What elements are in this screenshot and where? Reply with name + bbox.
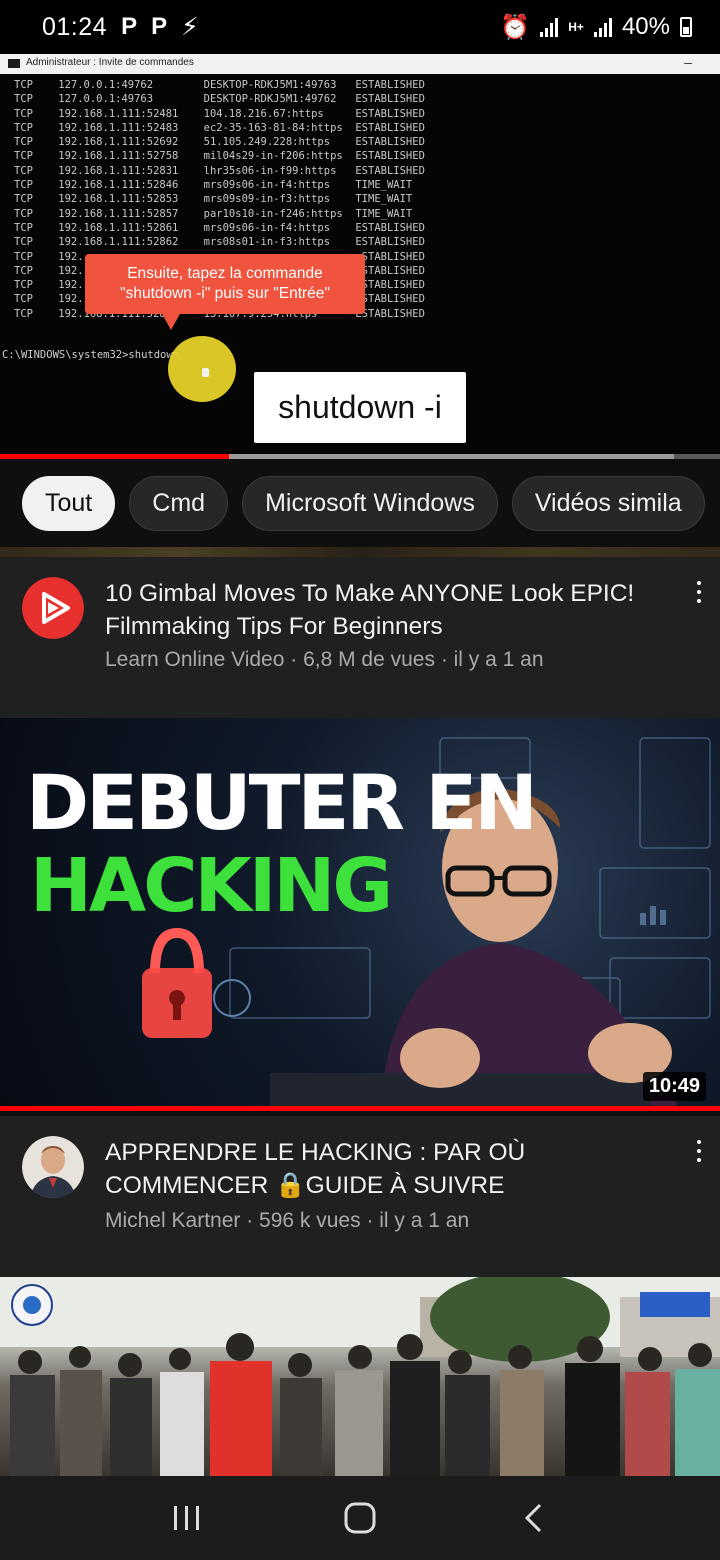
video-meta: Learn Online Video · 6,8 M de vues · il … [105,648,544,671]
video-thumbnail[interactable]: DEBUTER EN HACKING 10:49 [0,718,720,1111]
back-button[interactable] [503,1488,563,1548]
clock: 01:24 [42,12,108,41]
minimize-icon: – [684,54,692,70]
crowd-image [0,1277,720,1476]
more-options-icon[interactable] [696,581,702,603]
cmd-output-line: TCP 192.168.1.111:52853 mrs09s09-in-f3:h… [14,193,413,206]
app-notification-icon: P [151,13,168,40]
home-button[interactable] [330,1488,390,1548]
channel-avatar[interactable] [22,1136,84,1198]
cmd-output-line: TCP 192.168.1.111:52692 51.105.249.228:h… [14,136,425,149]
cmd-output-line: TCP 192.168.1.111:52846 mrs09s06-in-f4:h… [14,179,413,192]
channel-avatar[interactable] [22,577,84,639]
cursor-highlight [168,336,236,402]
battery-level: 40% [621,13,670,40]
thumbnail-text: HACKING [30,843,393,929]
chip-microsoft-windows[interactable]: Microsoft Windows [242,475,498,531]
video-player[interactable]: Administrateur : Invite de commandes – T… [0,54,720,458]
cmd-output-line: TCP 192.168.1.111:52483 ec2-35-163-81-84… [14,121,425,134]
battery-icon [680,17,692,37]
cmd-output-line: TCP 192.168.1.111:52481 104.18.216.67:ht… [14,107,425,120]
cmd-window-titlebar: Administrateur : Invite de commandes – [0,54,720,74]
callout-line: "shutdown -i" puis sur "Entrée" [120,285,330,302]
video-meta: Michel Kartner · 596 k vues · il y a 1 a… [105,1209,470,1232]
cmd-output-line: TCP 192.168.1.111:52857 par10s10-in-f246… [14,207,413,220]
cmd-output-line: TCP 127.0.0.1:49763 DESKTOP-RDKJ5M1:4976… [14,93,425,106]
instruction-callout: Ensuite, tapez la commande "shutdown -i"… [85,254,365,330]
video-item[interactable]: APPRENDRE LE HACKING : PAR OÙ COMMENCER … [0,1116,720,1277]
back-icon [525,1503,542,1533]
video-title[interactable]: 10 Gimbal Moves To Make ANYONE Look EPIC… [105,577,665,643]
chip-all[interactable]: Tout [22,475,116,531]
more-options-icon[interactable] [696,1140,702,1162]
cmd-output-line: TCP 192.168.1.111:52831 lhr35s06-in-f99:… [14,164,425,177]
cmd-output-line: TCP 192.168.1.111:52758 mil04s29-in-f206… [14,150,425,163]
video-item[interactable]: 10 Gimbal Moves To Make ANYONE Look EPIC… [0,557,720,718]
home-icon [344,1502,376,1534]
video-thumbnail[interactable] [0,1277,720,1476]
recent-apps-button[interactable] [157,1488,217,1548]
video-title[interactable]: APPRENDRE LE HACKING : PAR OÙ COMMENCER … [105,1136,665,1202]
system-nav-bar [0,1476,720,1560]
callout-line: Ensuite, tapez la commande [127,265,323,282]
signal-icon [593,17,612,37]
cmd-output-line: TCP 192.168.1.111:52862 mrs08s01-in-f3:h… [14,236,425,249]
command-caption: shutdown -i [254,372,466,443]
cmd-icon [8,59,20,68]
filter-chips: Tout Cmd Microsoft Windows Vidéos simila [0,459,720,547]
status-bar: 01:24 P P ⚡ ⏰ H+ 40% [0,0,720,54]
network-type: H+ [568,20,584,34]
chip-similar-videos[interactable]: Vidéos simila [511,475,705,531]
thumbnail-text: DEBUTER EN [26,758,538,847]
cmd-prompt: C:\WINDOWS\system32>shutdown [2,349,180,361]
cmd-output-line: TCP 192.168.1.111:52861 mrs09s06-in-f4:h… [14,221,425,234]
signal-icon [540,17,559,37]
video-duration: 10:49 [642,1072,706,1101]
cmd-output-line: TCP 127.0.0.1:49762 DESKTOP-RDKJ5M1:4976… [14,79,425,91]
flash-icon: ⚡ [181,13,199,41]
recent-apps-icon [173,1506,199,1530]
watched-progress-bar [0,1106,720,1111]
cmd-window-title: Administrateur : Invite de commandes [26,57,194,68]
chip-cmd[interactable]: Cmd [129,475,229,531]
alarm-icon: ⏰ [500,13,531,41]
thumbnail-edge [0,547,720,557]
app-notification-icon: P [121,13,138,40]
